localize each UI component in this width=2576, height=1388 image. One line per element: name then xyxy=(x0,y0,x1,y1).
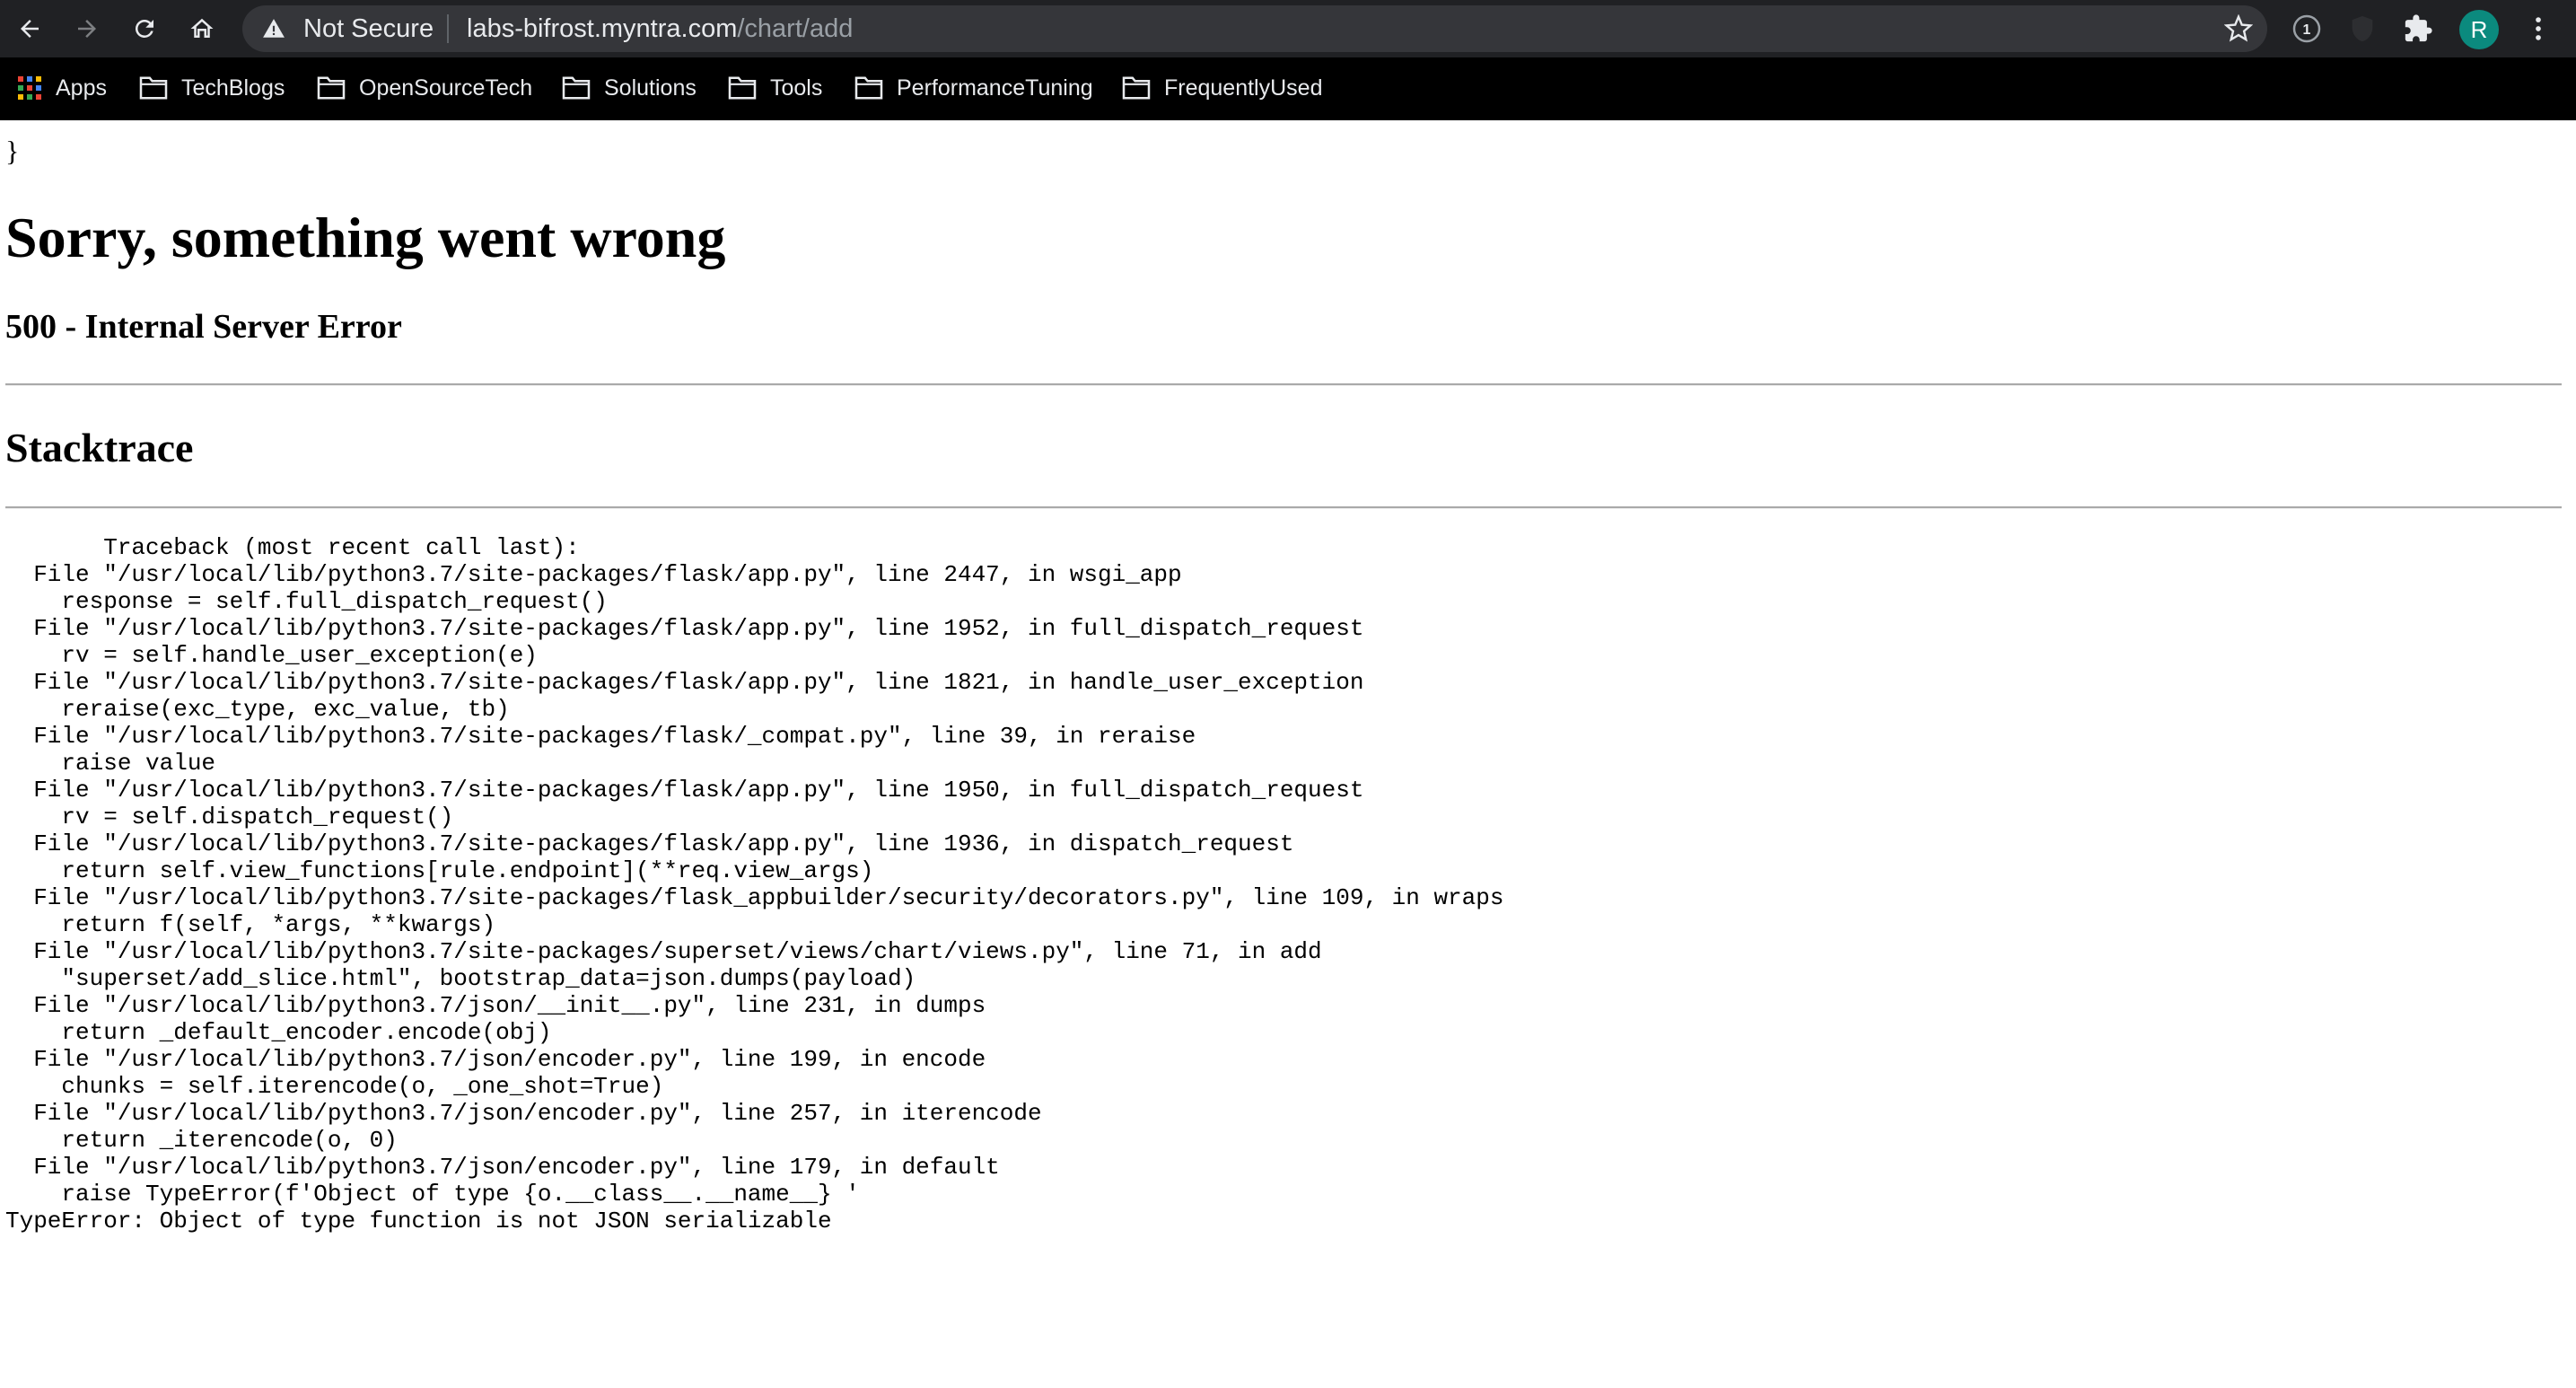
home-button[interactable] xyxy=(180,7,223,50)
bookmark-label: TechBlogs xyxy=(181,75,285,101)
reload-button[interactable] xyxy=(123,7,166,50)
bookmark-folder-performancetuning[interactable]: PerformanceTuning xyxy=(854,70,1093,106)
bookmark-folder-solutions[interactable]: Solutions xyxy=(561,70,697,106)
bookmark-folder-techblogs[interactable]: TechBlogs xyxy=(138,70,285,106)
browser-menu-button[interactable] xyxy=(2519,9,2558,48)
folder-icon xyxy=(1122,76,1151,100)
profile-avatar[interactable]: R xyxy=(2459,10,2499,49)
arrow-left-icon xyxy=(21,20,39,38)
error-title: Sorry, something went wrong xyxy=(5,206,726,269)
reload-icon xyxy=(135,19,153,38)
forward-button[interactable] xyxy=(66,7,109,50)
arrow-right-icon xyxy=(78,20,96,38)
folder-icon xyxy=(854,76,883,100)
bookmark-folder-tools[interactable]: Tools xyxy=(727,70,822,106)
divider xyxy=(5,506,2562,509)
shield-icon xyxy=(2352,15,2373,42)
folder-icon xyxy=(562,76,591,100)
bookmark-star-icon[interactable] xyxy=(2224,14,2253,43)
stacktrace-text: Traceback (most recent call last): File … xyxy=(5,534,1504,1234)
bookmarks-bar: Apps TechBlogs OpenSourceTech Solutions … xyxy=(0,57,2576,120)
url-host: labs-bifrost.myntra.com xyxy=(467,13,738,43)
stacktrace-heading: Stacktrace xyxy=(5,425,194,470)
bookmark-apps[interactable]: Apps xyxy=(16,70,107,106)
error-subtitle: 500 - Internal Server Error xyxy=(5,308,402,346)
back-button[interactable] xyxy=(8,7,51,50)
folder-icon xyxy=(317,76,346,100)
bookmark-label: FrequentlyUsed xyxy=(1164,75,1323,101)
warning-icon xyxy=(263,19,285,38)
stray-brace-text: } xyxy=(5,135,20,167)
password-manager-icon: 1 xyxy=(2292,14,2321,43)
password-manager-extension[interactable]: 1 xyxy=(2287,9,2326,48)
puzzle-icon xyxy=(2405,14,2432,42)
security-status-label[interactable]: Not Secure xyxy=(303,14,434,44)
home-icon xyxy=(190,18,214,38)
url-path: /chart/add xyxy=(737,13,854,43)
bookmark-folder-frequentlyused[interactable]: FrequentlyUsed xyxy=(1121,70,1322,106)
folder-icon xyxy=(139,76,168,100)
more-vert-icon xyxy=(2536,17,2541,40)
bookmark-label: Tools xyxy=(770,75,823,101)
url-text[interactable]: labs-bifrost.myntra.com/chart/add xyxy=(467,14,853,44)
folder-icon xyxy=(728,76,757,100)
apps-grid-icon xyxy=(18,76,41,100)
bookmark-label: Solutions xyxy=(604,75,697,101)
extensions-button[interactable] xyxy=(2398,9,2438,48)
divider xyxy=(5,383,2562,386)
bookmark-label: OpenSourceTech xyxy=(359,75,533,101)
browser-toolbar: Not Secure labs-bifrost.myntra.com/chart… xyxy=(0,0,2576,57)
bookmark-folder-opensourcetech[interactable]: OpenSourceTech xyxy=(316,70,532,106)
extension-badge: 1 xyxy=(2303,22,2311,38)
address-bar[interactable]: Not Secure labs-bifrost.myntra.com/chart… xyxy=(242,5,2267,52)
extension-shield[interactable] xyxy=(2343,9,2382,48)
address-separator xyxy=(447,14,449,43)
bookmark-label: Apps xyxy=(56,75,107,101)
bookmark-label: PerformanceTuning xyxy=(897,75,1093,101)
